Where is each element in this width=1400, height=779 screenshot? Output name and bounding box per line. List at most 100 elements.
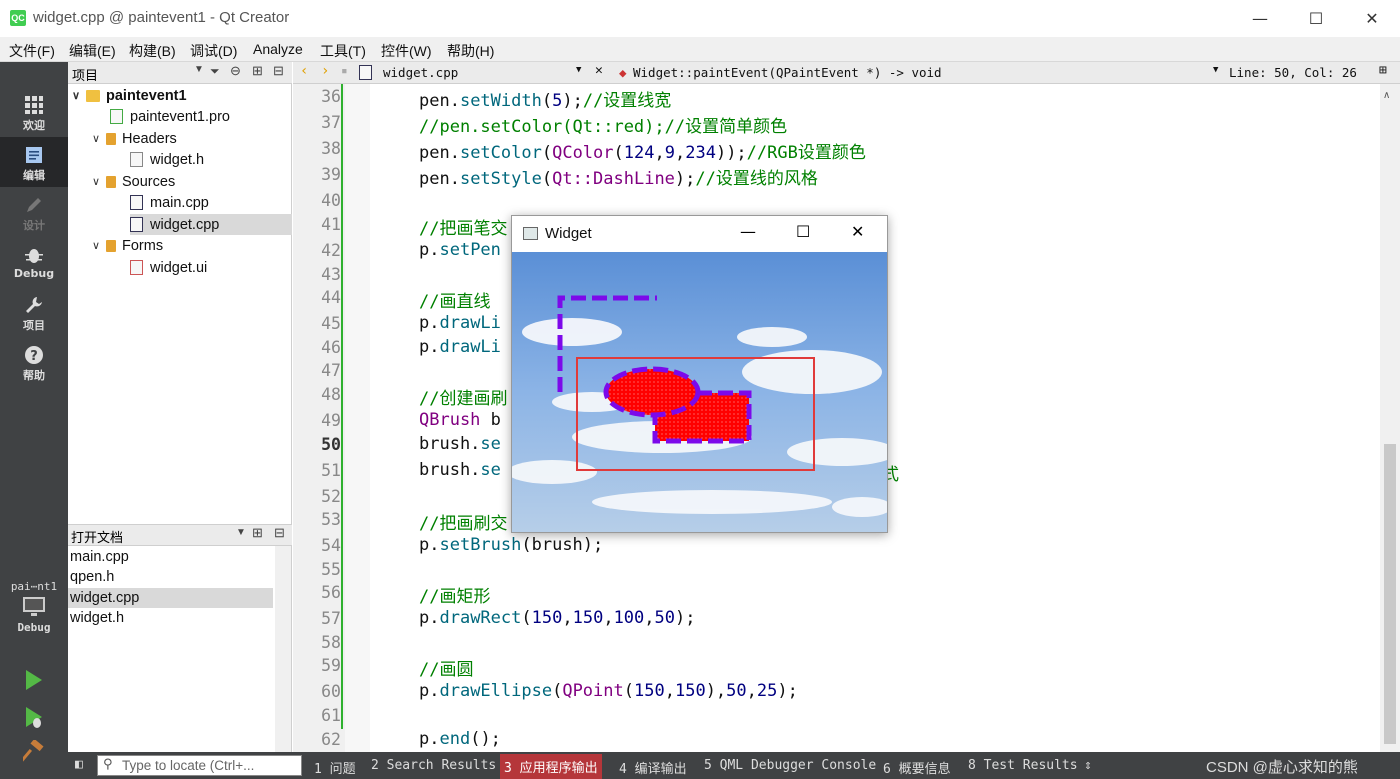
chevron-down-icon[interactable]: ∨ — [92, 239, 106, 252]
tree-item-widget-ui[interactable]: widget.ui — [130, 257, 207, 278]
dropdown-arrow-icon[interactable]: ▼ — [236, 527, 246, 538]
back-arrow-icon[interactable]: ‹ — [300, 63, 308, 79]
line-number: 37 — [321, 113, 341, 132]
chevron-down-icon[interactable]: ∨ — [72, 89, 86, 102]
line-number: 44 — [321, 288, 341, 307]
maximize-button[interactable]: ☐ — [1288, 0, 1344, 37]
dropdown-arrow-icon[interactable]: ▼ — [576, 65, 581, 75]
code-line-46: p.drawLi — [419, 337, 501, 357]
output-tab-compile-output[interactable]: 4 编译输出 — [619, 758, 687, 777]
widget-window-icon — [523, 227, 538, 240]
code-line-44: //画直线 — [419, 292, 491, 312]
menu-controls[interactable]: 控件(W) — [381, 41, 432, 61]
line-number: 60 — [321, 682, 341, 701]
lock-icon: ▪ — [341, 64, 348, 77]
help-icon: ? — [25, 346, 43, 364]
output-tabs-more-icon[interactable]: ⇕ — [1084, 758, 1092, 773]
chevron-down-icon[interactable]: ∨ — [92, 175, 106, 188]
tree-item-widget-h[interactable]: widget.h — [130, 149, 204, 170]
open-doc-item[interactable]: widget.cpp — [68, 588, 273, 608]
dropdown-arrow-icon[interactable]: ▼ — [1213, 65, 1218, 75]
line-number: 39 — [321, 165, 341, 184]
tree-folder-sources[interactable]: ∨ Sources — [92, 171, 175, 192]
output-tab-search-results[interactable]: 2 Search Results — [371, 758, 496, 773]
menu-analyze[interactable]: Analyze — [253, 41, 303, 57]
output-tab-test-results[interactable]: 8 Test Results — [968, 758, 1078, 773]
locator-input[interactable]: Type to locate (Ctrl+... — [97, 755, 302, 776]
link-icon[interactable]: ⊖ — [230, 63, 241, 79]
code-line-45: p.drawLi — [419, 313, 501, 333]
forms-folder-icon — [106, 239, 116, 252]
minimize-button[interactable]: — — [1232, 0, 1288, 37]
tree-item-widget-cpp[interactable]: widget.cpp — [130, 214, 292, 235]
kit-selector[interactable]: pai⋯nt1 Debug — [0, 580, 68, 634]
toggle-sidebar-icon[interactable]: ◧ — [75, 757, 83, 772]
menu-help[interactable]: 帮助(H) — [447, 41, 494, 61]
code-line-53: //把画刷交 — [419, 514, 508, 534]
run-icon[interactable] — [23, 668, 45, 692]
filter-icon[interactable]: ⏷ — [210, 64, 220, 79]
window-title: widget.cpp @ paintevent1 - Qt Creator — [33, 9, 290, 26]
output-tab-qml-debugger[interactable]: 5 QML Debugger Console — [704, 758, 876, 773]
drawn-ellipse — [603, 366, 701, 418]
build-hammer-icon[interactable] — [23, 740, 45, 762]
line-number: 59 — [321, 656, 341, 675]
open-doc-item[interactable]: qpen.h — [68, 567, 273, 587]
editor-vertical-scrollbar[interactable]: ∧ — [1380, 84, 1400, 752]
mode-help[interactable]: ? 帮助 — [0, 337, 68, 387]
debug-run-icon[interactable] — [23, 705, 45, 729]
cursor-position[interactable]: Line: 50, Col: 26 — [1229, 65, 1357, 80]
code-line-54: p.setBrush(brush); — [419, 535, 604, 555]
line-number: 57 — [321, 609, 341, 628]
widget-preview-window: Widget — ☐ ✕ — [511, 215, 888, 533]
open-doc-item[interactable]: main.cpp — [68, 547, 273, 567]
scroll-thumb[interactable] — [1384, 444, 1396, 744]
split-icon[interactable]: ⊞ — [252, 525, 263, 541]
line-number: 41 — [321, 215, 341, 234]
forward-arrow-icon[interactable]: › — [321, 63, 329, 79]
tree-folder-forms[interactable]: ∨ Forms — [92, 235, 163, 256]
split-icon[interactable]: ⊞ — [252, 63, 263, 79]
tree-item-main-cpp[interactable]: main.cpp — [130, 192, 209, 213]
close-button[interactable]: ✕ — [1344, 0, 1400, 37]
symbol-combo[interactable]: Widget::paintEvent(QPaintEvent *) -> voi… — [633, 65, 942, 80]
mode-edit[interactable]: 编辑 — [0, 137, 68, 187]
widget-minimize-button[interactable]: — — [740, 222, 756, 241]
tree-folder-headers[interactable]: ∨ Headers — [92, 128, 177, 149]
line-number: 45 — [321, 314, 341, 333]
menu-debug[interactable]: 调试(D) — [190, 41, 237, 61]
menu-edit[interactable]: 编辑(E) — [69, 41, 116, 61]
mode-design[interactable]: 设计 — [0, 187, 68, 237]
menu-file[interactable]: 文件(F) — [9, 41, 55, 61]
menu-build[interactable]: 构建(B) — [129, 41, 176, 61]
output-tab-app-output[interactable]: 3 应用程序输出 — [500, 754, 602, 779]
open-docs-scrollbar[interactable] — [275, 546, 291, 752]
editor-file-combo[interactable]: widget.cpp — [383, 65, 458, 80]
fold-margin — [345, 84, 370, 752]
mode-debug-label: Debug — [13, 267, 55, 280]
open-doc-item[interactable]: widget.h — [68, 608, 273, 628]
code-line-38: pen.setColor(QColor(124,9,234));//RGB设置颜… — [419, 143, 866, 163]
chevron-down-icon[interactable]: ∨ — [92, 132, 106, 145]
tree-root-paintevent1[interactable]: ∨ paintevent1 — [72, 85, 187, 106]
mode-projects-label: 项目 — [23, 319, 45, 332]
output-tab-issues[interactable]: 1 问题 — [314, 758, 356, 777]
mode-projects[interactable]: 项目 — [0, 287, 68, 337]
project-panel-title: 项目 — [72, 68, 99, 83]
dropdown-arrow-icon[interactable]: ▼ — [194, 64, 204, 75]
close-editor-icon[interactable]: ✕ — [595, 63, 603, 78]
project-icon — [86, 89, 100, 102]
split-editor-icon[interactable]: ⊞ — [1379, 63, 1387, 78]
line-number: 48 — [321, 385, 341, 404]
tree-item-pro[interactable]: paintevent1.pro — [110, 106, 230, 127]
widget-close-button[interactable]: ✕ — [851, 222, 864, 241]
tree-folder-forms-label: Forms — [122, 237, 164, 254]
close-panel-icon[interactable]: ⊟ — [273, 63, 284, 79]
scroll-up-icon[interactable]: ∧ — [1383, 90, 1390, 101]
widget-maximize-button[interactable]: ☐ — [796, 222, 810, 241]
menu-tools[interactable]: 工具(T) — [320, 41, 366, 61]
mode-welcome[interactable]: 欢迎 — [0, 87, 68, 137]
output-tab-summary[interactable]: 6 概要信息 — [883, 758, 951, 777]
mode-debug[interactable]: Debug — [0, 237, 68, 287]
close-panel-icon[interactable]: ⊟ — [274, 525, 285, 541]
